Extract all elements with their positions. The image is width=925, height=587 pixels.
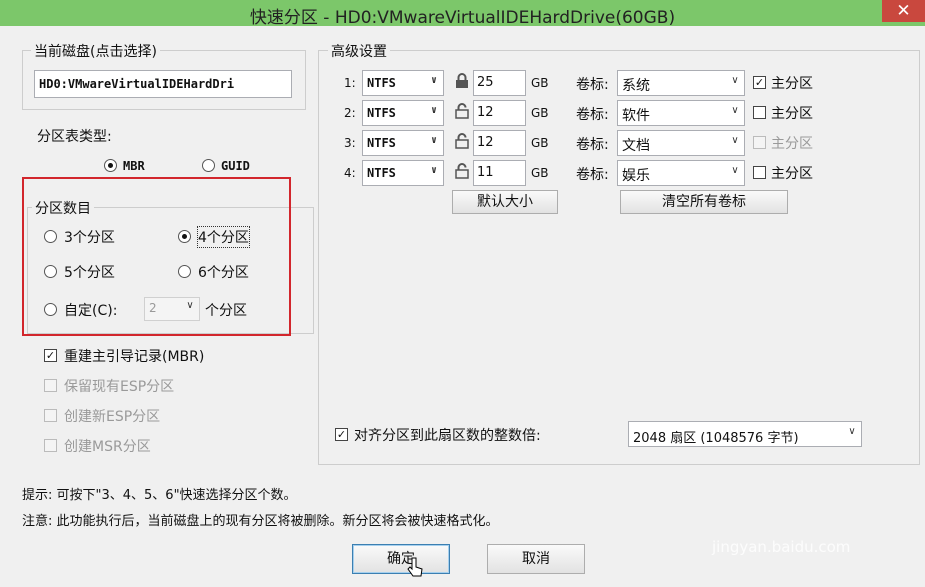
- new-esp-checkbox[interactable]: [44, 409, 57, 422]
- hand-cursor-icon: [407, 557, 423, 577]
- unlock-icon[interactable]: [455, 163, 469, 179]
- fs-value: NTFS: [367, 136, 396, 150]
- watermark: jingyan.baidu.com: [712, 538, 851, 556]
- size-input[interactable]: 25: [473, 70, 526, 96]
- primary-label: 主分区: [771, 76, 813, 92]
- warning-text: 注意: 此功能执行后，当前磁盘上的现有分区将被删除。新分区将会被快速格式化。: [22, 514, 499, 529]
- primary-checkbox[interactable]: [753, 166, 766, 179]
- lock-icon[interactable]: [455, 73, 469, 89]
- primary-checkbox[interactable]: [753, 106, 766, 119]
- unlock-icon[interactable]: [455, 133, 469, 149]
- volume-label-value: 文档: [622, 138, 650, 154]
- disk-selector[interactable]: HD0:VMwareVirtualIDEHardDri: [34, 70, 292, 98]
- keep-esp-checkbox[interactable]: [44, 379, 57, 392]
- volume-label-value: 娱乐: [622, 168, 650, 184]
- chevron-down-icon: ∨: [430, 105, 438, 116]
- primary-label: 主分区: [771, 136, 813, 152]
- chevron-down-icon: ∨: [731, 75, 739, 86]
- rebuild-mbr-label: 重建主引导记录(MBR): [64, 349, 205, 365]
- unit-label: GB: [531, 166, 549, 180]
- chevron-down-icon: ∨: [731, 165, 739, 176]
- size-input[interactable]: 12: [473, 130, 526, 156]
- tip-text: 提示: 可按下"3、4、5、6"快速选择分区个数。: [22, 488, 297, 503]
- unit-label: GB: [531, 136, 549, 150]
- chevron-down-icon: ∨: [430, 135, 438, 146]
- unit-label: GB: [531, 106, 549, 120]
- chevron-down-icon: ∨: [848, 426, 856, 437]
- row-index: 1:: [344, 76, 356, 90]
- radio-guid-label: GUID: [221, 159, 250, 173]
- unlock-icon[interactable]: [455, 103, 469, 119]
- volume-label-caption: 卷标:: [576, 107, 609, 123]
- volume-label-select[interactable]: 系统 ∨: [617, 70, 745, 96]
- row-index: 3:: [344, 136, 356, 150]
- rebuild-mbr-checkbox[interactable]: ✓: [44, 349, 57, 362]
- radio-mbr-label: MBR: [123, 159, 145, 173]
- align-label: 对齐分区到此扇区数的整数倍:: [354, 428, 541, 444]
- chevron-down-icon: ∨: [430, 165, 438, 176]
- volume-label-select[interactable]: 文档 ∨: [617, 130, 745, 156]
- chevron-down-icon: ∨: [430, 75, 438, 86]
- align-value: 2048 扇区 (1048576 字节): [633, 431, 799, 446]
- keep-esp-label: 保留现有ESP分区: [64, 379, 175, 395]
- highlight-box: [22, 177, 291, 336]
- align-select[interactable]: 2048 扇区 (1048576 字节) ∨: [628, 421, 862, 447]
- fs-select[interactable]: NTFS ∨: [362, 160, 444, 186]
- fs-select[interactable]: NTFS ∨: [362, 100, 444, 126]
- msr-checkbox[interactable]: [44, 439, 57, 452]
- advanced-legend: 高级设置: [328, 41, 390, 61]
- volume-label-value: 系统: [622, 78, 650, 94]
- chevron-down-icon: ∨: [731, 105, 739, 116]
- volume-label-select[interactable]: 娱乐 ∨: [617, 160, 745, 186]
- volume-label-value: 软件: [622, 108, 650, 124]
- size-input[interactable]: 12: [473, 100, 526, 126]
- primary-label: 主分区: [771, 166, 813, 182]
- chevron-down-icon: ∨: [731, 135, 739, 146]
- clear-labels-button[interactable]: 清空所有卷标: [620, 190, 788, 214]
- row-index: 4:: [344, 166, 356, 180]
- fs-value: NTFS: [367, 106, 396, 120]
- primary-checkbox[interactable]: [753, 136, 766, 149]
- disk-legend: 当前磁盘(点击选择): [31, 41, 160, 61]
- fs-value: NTFS: [367, 166, 396, 180]
- fs-select[interactable]: NTFS ∨: [362, 70, 444, 96]
- row-index: 2:: [344, 106, 356, 120]
- unit-label: GB: [531, 76, 549, 90]
- primary-checkbox[interactable]: ✓: [753, 76, 766, 89]
- fs-value: NTFS: [367, 76, 396, 90]
- radio-guid[interactable]: [202, 159, 215, 172]
- new-esp-label: 创建新ESP分区: [64, 409, 161, 425]
- volume-label-caption: 卷标:: [576, 77, 609, 93]
- default-size-button[interactable]: 默认大小: [452, 190, 558, 214]
- volume-label-caption: 卷标:: [576, 137, 609, 153]
- window-title: 快速分区 - HD0:VMwareVirtualIDEHardDrive(60G…: [249, 8, 676, 28]
- size-input[interactable]: 11: [473, 160, 526, 186]
- close-icon: ✕: [896, 1, 911, 21]
- volume-label-select[interactable]: 软件 ∨: [617, 100, 745, 126]
- volume-label-caption: 卷标:: [576, 167, 609, 183]
- radio-mbr[interactable]: [104, 159, 117, 172]
- ok-button[interactable]: 确定: [352, 544, 450, 574]
- fs-select[interactable]: NTFS ∨: [362, 130, 444, 156]
- primary-label: 主分区: [771, 106, 813, 122]
- table-type-label: 分区表类型:: [37, 129, 112, 145]
- msr-label: 创建MSR分区: [64, 439, 151, 455]
- cancel-button[interactable]: 取消: [487, 544, 585, 574]
- close-button[interactable]: ✕: [882, 0, 925, 22]
- align-checkbox[interactable]: ✓: [335, 428, 348, 441]
